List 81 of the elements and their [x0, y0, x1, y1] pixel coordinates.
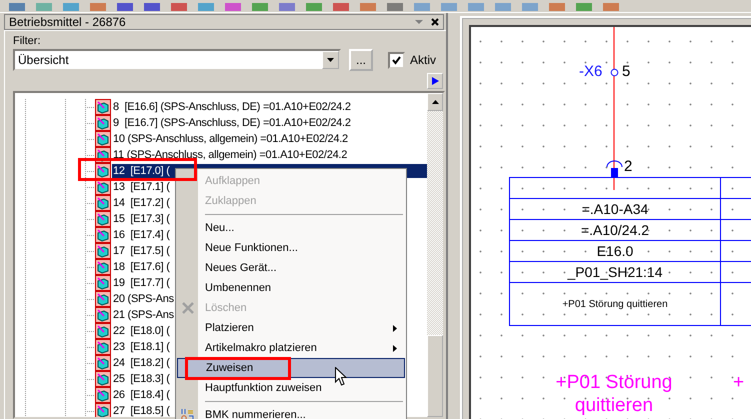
- up-arrow-icon[interactable]: [432, 100, 438, 104]
- toolbar-icon[interactable]: [494, 3, 512, 12]
- device-icon: [95, 275, 111, 291]
- toolbar-icon[interactable]: [602, 3, 620, 12]
- device-icon: [95, 387, 111, 403]
- panel-title: Betriebsmittel - 26876: [9, 15, 127, 29]
- toolbar-icon[interactable]: [575, 3, 593, 12]
- device-icon: [95, 115, 111, 131]
- toolbar-icon[interactable]: [197, 3, 215, 12]
- menu-item[interactable]: Neu...: [177, 218, 405, 238]
- toolbar-icon[interactable]: [305, 3, 323, 12]
- device-icon: [95, 291, 111, 307]
- device-icon: [95, 211, 111, 227]
- delete-icon: [181, 301, 195, 315]
- toolbar-icon[interactable]: [359, 3, 377, 12]
- active-label: Aktiv: [410, 53, 436, 67]
- checkmark-icon: [392, 56, 401, 64]
- numbering-icon: [181, 408, 195, 419]
- dropdown-arrow-icon[interactable]: [415, 20, 423, 24]
- device-icon: [95, 371, 111, 387]
- filter-label: Filter:: [13, 35, 42, 47]
- tree-item[interactable]: 8 [E16.6] (SPS-Anschluss, DE) =01.A10+E02/24.2: [112, 100, 427, 114]
- device-icon: [95, 163, 111, 179]
- terminal-icon: [610, 68, 619, 77]
- device-icon: [95, 227, 111, 243]
- device-icon: [95, 99, 111, 115]
- device-icon: [95, 243, 111, 259]
- device-icon: [95, 323, 111, 339]
- active-checkbox[interactable]: [388, 52, 405, 68]
- toolbar-icon[interactable]: [62, 3, 80, 12]
- arrow-button[interactable]: [427, 73, 443, 89]
- menu-item[interactable]: Artikelmakro platzieren: [177, 338, 405, 358]
- pin-number: 2: [624, 158, 632, 175]
- toolbar-icon[interactable]: [548, 3, 566, 12]
- toolbar-icon[interactable]: [278, 3, 296, 12]
- table-cell: +P01 Störung quittieren: [510, 283, 721, 326]
- device-icon: [95, 403, 111, 417]
- device-icon: [95, 195, 111, 211]
- menu-item[interactable]: Neue Funktionen...: [177, 238, 405, 258]
- close-icon[interactable]: [431, 18, 439, 26]
- device-icon: [95, 307, 111, 323]
- toolbar-icon[interactable]: [521, 3, 539, 12]
- triangle-icon: [431, 77, 439, 85]
- menu-item[interactable]: Neues Gerät...: [177, 258, 405, 278]
- terminal-name: -X6: [579, 63, 602, 80]
- device-icon: [95, 131, 111, 147]
- scrollbar[interactable]: [427, 93, 443, 417]
- table-cell: E16.0: [510, 241, 721, 262]
- toolbar-icon[interactable]: [332, 3, 350, 12]
- terminal-number: 5: [622, 63, 630, 80]
- toolbar-icon[interactable]: [89, 3, 107, 12]
- menu-item[interactable]: Umbenennen: [177, 278, 405, 298]
- toolbar-icon[interactable]: [8, 3, 26, 12]
- toolbar-icon[interactable]: [143, 3, 161, 12]
- toolbar-icon[interactable]: [251, 3, 269, 12]
- tree-item[interactable]: 10 (SPS-Anschluss, allgemein) =01.A10+E02/24.2: [112, 132, 427, 146]
- device-icon: [95, 259, 111, 275]
- toolbar-icon[interactable]: [170, 3, 188, 12]
- toolbar-icon[interactable]: [467, 3, 485, 12]
- menu-item[interactable]: BMK nummerieren...: [177, 405, 405, 419]
- toolbar-icon[interactable]: [440, 3, 458, 12]
- menu-item[interactable]: Hauptfunktion zuweisen: [177, 378, 405, 398]
- scroll-thumb[interactable]: [427, 335, 443, 417]
- table-cell: _P01_SH21:14: [510, 262, 721, 283]
- toolbar-icon[interactable]: [386, 3, 404, 12]
- menu-item[interactable]: Platzieren: [177, 318, 405, 338]
- tree-item[interactable]: 9 [E16.7] (SPS-Anschluss, DE) =01.A10+E02/24.2: [112, 116, 427, 130]
- mouse-cursor-icon: [335, 367, 347, 386]
- filter-dropdown[interactable]: Übersicht: [13, 49, 341, 71]
- toolbar-icon[interactable]: [224, 3, 242, 12]
- toolbar-icon[interactable]: [413, 3, 431, 12]
- toolbar-icon[interactable]: [116, 3, 134, 12]
- schematic-label: +P01 Störung quittieren: [554, 371, 674, 417]
- device-icon: [95, 355, 111, 371]
- browse-button[interactable]: ...: [349, 49, 373, 71]
- caret-icon: [327, 58, 334, 62]
- tree-item[interactable]: 11 (SPS-Anschluss, allgemein) =01.A10+E02/24.2: [112, 148, 427, 162]
- device-icon: [95, 339, 111, 355]
- table-cell: =.A10/24.2: [510, 220, 721, 241]
- table-cell: =.A10-A34: [510, 199, 721, 220]
- schematic-label: +: [733, 371, 744, 394]
